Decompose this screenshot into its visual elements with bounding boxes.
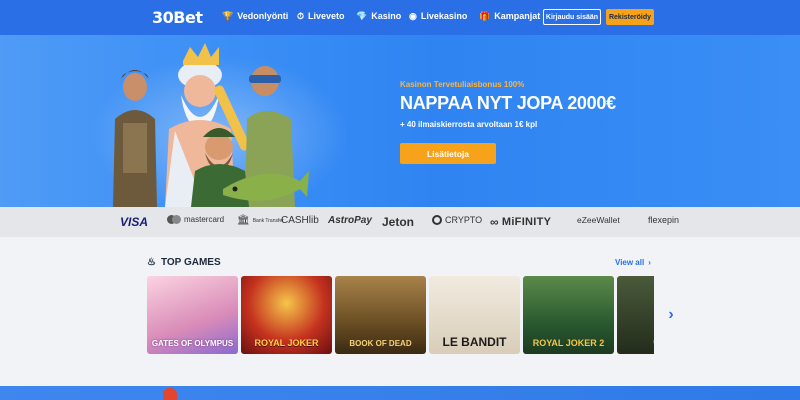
mastercard-icon <box>167 215 181 224</box>
game-card[interactable]: LE BANDIT <box>429 276 520 354</box>
nav-item-livekasino[interactable]: ◉ Livekasino <box>409 11 467 21</box>
game-title: LE BANDIT <box>442 335 507 349</box>
payment-methods-bar: VISA mastercard 🏛 Bank Transfer CASHlib … <box>0 207 800 237</box>
top-games-title: TOP GAMES <box>160 257 221 268</box>
top-navigation: 30Bet 🏆 Vedonlyönti ⏱ Liveveto 💎 Kasino … <box>0 0 800 35</box>
hero-banner: Kasinon Tervetuliaisbonus 100% NAPPAA NY… <box>0 35 800 207</box>
payment-crypto-label: CRYPTO <box>445 215 483 225</box>
payment-cashlib: CASHlib <box>281 215 319 226</box>
nav-item-kasino[interactable]: 💎 Kasino <box>356 11 401 21</box>
game-card[interactable]: GO <box>617 276 654 354</box>
payment-mastercard-label: mastercard <box>184 215 225 224</box>
nav-item-label: Kampanjat <box>494 11 541 21</box>
payment-mifinity-label: MiFINITY <box>501 216 552 228</box>
diamond-icon: 💎 <box>356 10 368 21</box>
game-title: GO <box>653 336 654 348</box>
crypto-icon <box>432 215 442 225</box>
payment-bank-transfer-label: Bank Transfer <box>252 217 284 224</box>
nav-item-label: Liveveto <box>308 11 345 21</box>
payment-astropay: AstroPay <box>328 215 372 226</box>
nav-item-liveveto[interactable]: ⏱ Liveveto <box>297 11 345 21</box>
game-card[interactable]: ROYAL JOKER <box>241 276 332 354</box>
register-button[interactable]: Rekisteröidy <box>606 9 654 25</box>
decorative-shape <box>163 388 177 400</box>
game-title: ROYAL JOKER 2 <box>532 338 605 348</box>
payment-crypto: CRYPTO <box>432 215 482 225</box>
chips-icon: ◉ <box>409 10 417 21</box>
payment-flexepin: flexepin <box>648 215 680 225</box>
bonus-subtitle: + 40 ilmaiskierrosta arvoltaan 1€ kpl <box>400 120 538 129</box>
top-games-carousel: GATES OF OLYMPUS ROYAL JOKER BOOK OF DEA… <box>147 276 654 354</box>
payment-bank-transfer: 🏛 Bank Transfer <box>237 215 284 226</box>
trophy-icon: 🏆 <box>222 10 234 21</box>
nav-item-label: Livekasino <box>420 11 468 21</box>
bank-icon: 🏛 <box>237 215 250 226</box>
nav-item-label: Kasino <box>371 11 402 21</box>
live-icon: ⏱ <box>297 10 305 21</box>
mifinity-icon: ∞ <box>490 215 499 229</box>
payment-jeton: Jeton <box>382 215 415 229</box>
game-title: BOOK OF DEAD <box>349 339 412 348</box>
view-all-label: View all <box>615 258 645 267</box>
payment-mastercard: mastercard <box>167 215 224 224</box>
game-title: ROYAL JOKER <box>254 338 319 348</box>
payment-visa: VISA <box>120 215 149 229</box>
brand-logo[interactable]: 30Bet <box>152 8 203 27</box>
gift-icon: 🎁 <box>479 10 491 21</box>
payment-mifinity: ∞ MiFINITY <box>490 215 551 229</box>
top-games-heading: ♨ TOP GAMES <box>147 257 221 268</box>
bonus-title: NAPPAA NYT JOPA 2000€ <box>400 93 616 113</box>
nav-item-kampanjat[interactable]: 🎁 Kampanjat <box>479 11 540 21</box>
nav-item-vedonlyonti[interactable]: 🏆 Vedonlyönti <box>222 11 288 21</box>
hero-characters-illustration <box>113 43 309 207</box>
game-card[interactable]: GATES OF OLYMPUS <box>147 276 238 354</box>
login-button[interactable]: Kirjaudu sisään <box>543 9 601 25</box>
chevron-right-icon: › <box>648 258 651 267</box>
view-all-link[interactable]: View all › <box>615 258 651 267</box>
nav-item-label: Vedonlyönti <box>237 11 289 21</box>
carousel-next-button[interactable]: › <box>664 306 678 323</box>
flame-icon: ♨ <box>147 257 156 268</box>
bonus-label: Kasinon Tervetuliaisbonus 100% <box>400 80 525 89</box>
payment-ezeewallet: eZeeWallet <box>577 215 620 225</box>
more-info-button[interactable]: Lisätietoja <box>400 143 496 164</box>
game-title: GATES OF OLYMPUS <box>151 339 234 348</box>
game-card[interactable]: BOOK OF DEAD <box>335 276 426 354</box>
game-card[interactable]: ROYAL JOKER 2 <box>523 276 614 354</box>
next-banner-strip <box>0 386 800 400</box>
chevron-right-icon: › <box>668 306 674 323</box>
